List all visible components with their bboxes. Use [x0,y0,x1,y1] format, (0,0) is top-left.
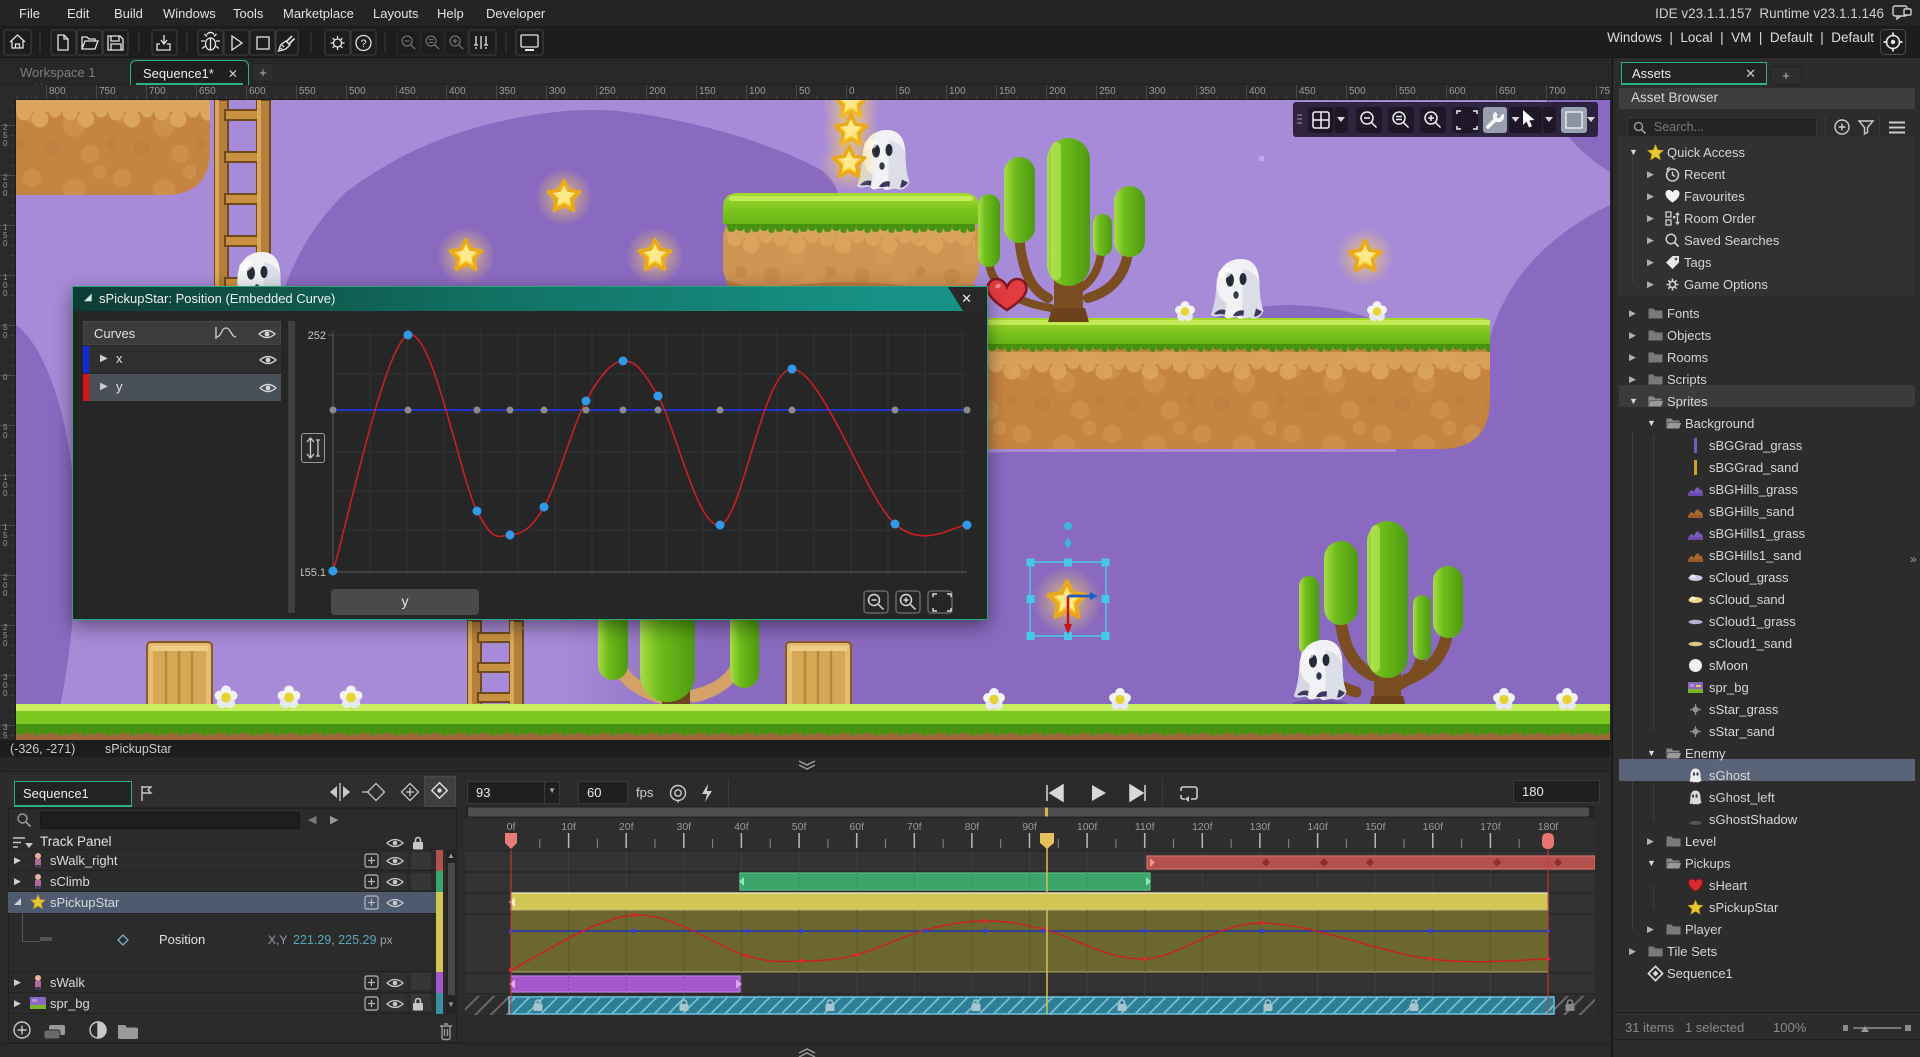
svg-text:50f: 50f [792,821,807,833]
svg-text:170f: 170f [1480,821,1501,833]
svg-text:70f: 70f [907,821,922,833]
svg-text:252: 252 [308,330,326,342]
svg-text:20f: 20f [619,821,634,833]
svg-text:110f: 110f [1135,821,1155,833]
svg-text:160f: 160f [1423,821,1444,833]
svg-text:60f: 60f [849,821,864,833]
svg-text:30f: 30f [676,821,691,833]
svg-text:120f: 120f [1192,821,1213,833]
svg-text:140f: 140f [1307,821,1328,833]
svg-text:180f: 180f [1538,821,1559,833]
svg-text:10f: 10f [561,821,576,833]
svg-text:130f: 130f [1250,821,1271,833]
svg-text:?: ? [361,38,367,50]
svg-text:150f: 150f [1365,821,1386,833]
svg-text:90f: 90f [1022,821,1037,833]
svg-text:0f: 0f [507,821,516,833]
svg-text:40f: 40f [734,821,749,833]
svg-text:100f: 100f [1077,821,1098,833]
svg-text:80f: 80f [965,821,980,833]
svg-text:155.1: 155.1 [301,567,326,579]
